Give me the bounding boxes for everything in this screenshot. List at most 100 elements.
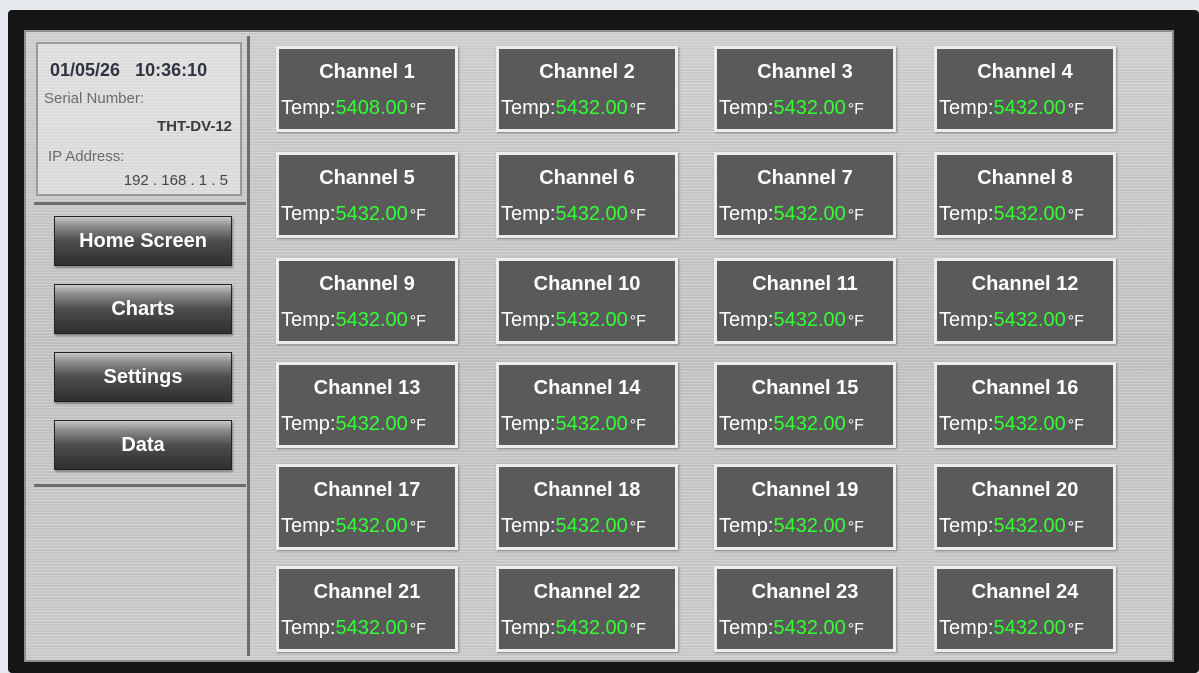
channel-name: Channel 2 — [539, 61, 635, 83]
hmi-screen: 01/05/26 10:36:10 Serial Number: THT-DV-… — [24, 30, 1174, 662]
temp-value: 5432.00 — [555, 515, 628, 537]
channel-card[interactable]: Channel 7 Temp:5432.00 °F — [714, 152, 896, 238]
temp-value: 5432.00 — [993, 309, 1066, 331]
channel-name: Channel 22 — [533, 581, 641, 603]
channel-card[interactable]: Channel 14 Temp:5432.00 °F — [496, 362, 678, 448]
temp-label: Temp: — [939, 97, 994, 119]
channel-card[interactable]: Channel 3 Temp:5432.00 °F — [714, 46, 896, 132]
settings-button[interactable]: Settings — [54, 352, 232, 402]
channel-temp: Temp:5432.00 °F — [281, 515, 426, 538]
temp-unit: °F — [409, 621, 426, 638]
channel-temp: Temp:5432.00 °F — [939, 515, 1084, 538]
channel-temp: Temp:5432.00 °F — [501, 617, 646, 640]
temp-unit: °F — [847, 417, 864, 434]
channel-card[interactable]: Channel 8 Temp:5432.00 °F — [934, 152, 1116, 238]
temp-label: Temp: — [719, 97, 774, 119]
temp-value: 5432.00 — [773, 515, 846, 537]
channel-card[interactable]: Channel 19 Temp:5432.00 °F — [714, 464, 896, 550]
channel-card[interactable]: Channel 10 Temp:5432.00 °F — [496, 258, 678, 344]
temp-unit: °F — [409, 207, 426, 224]
channel-temp: Temp:5432.00 °F — [501, 515, 646, 538]
channel-card[interactable]: Channel 24 Temp:5432.00 °F — [934, 566, 1116, 652]
temp-label: Temp: — [719, 617, 774, 639]
temp-value: 5432.00 — [335, 309, 408, 331]
channel-name: Channel 24 — [971, 581, 1079, 603]
temp-value: 5432.00 — [773, 203, 846, 225]
temp-value: 5408.00 — [335, 97, 408, 119]
channel-card[interactable]: Channel 13 Temp:5432.00 °F — [276, 362, 458, 448]
temp-value: 5432.00 — [993, 617, 1066, 639]
channel-card[interactable]: Channel 6 Temp:5432.00 °F — [496, 152, 678, 238]
home-screen-button[interactable]: Home Screen — [54, 216, 232, 266]
temp-unit: °F — [409, 101, 426, 118]
temp-label: Temp: — [939, 203, 994, 225]
channel-card[interactable]: Channel 23 Temp:5432.00 °F — [714, 566, 896, 652]
channel-name: Channel 1 — [319, 61, 415, 83]
sidebar: 01/05/26 10:36:10 Serial Number: THT-DV-… — [30, 36, 250, 656]
temp-unit: °F — [847, 519, 864, 536]
temp-value: 5432.00 — [335, 617, 408, 639]
temp-label: Temp: — [939, 617, 994, 639]
charts-button[interactable]: Charts — [54, 284, 232, 334]
channel-temp: Temp:5432.00 °F — [939, 203, 1084, 226]
channel-temp: Temp:5432.00 °F — [719, 515, 864, 538]
datetime: 01/05/26 10:36:10 — [50, 60, 207, 81]
temp-value: 5432.00 — [335, 515, 408, 537]
temp-value: 5432.00 — [993, 203, 1066, 225]
channel-name: Channel 6 — [539, 167, 635, 189]
data-button[interactable]: Data — [54, 420, 232, 470]
channel-grid: Channel 1 Temp:5408.00 °F Channel 2 Temp:543… — [270, 40, 1160, 652]
channel-temp: Temp:5432.00 °F — [501, 413, 646, 436]
channel-card[interactable]: Channel 11 Temp:5432.00 °F — [714, 258, 896, 344]
serial-number-value: THT-DV-12 — [156, 118, 232, 135]
channel-card[interactable]: Channel 2 Temp:5432.00 °F — [496, 46, 678, 132]
channel-card[interactable]: Channel 9 Temp:5432.00 °F — [276, 258, 458, 344]
channel-name: Channel 9 — [319, 273, 415, 295]
temp-label: Temp: — [939, 515, 994, 537]
channel-temp: Temp:5432.00 °F — [501, 309, 646, 332]
channel-card[interactable]: Channel 22 Temp:5432.00 °F — [496, 566, 678, 652]
temp-label: Temp: — [281, 203, 336, 225]
temp-label: Temp: — [719, 515, 774, 537]
channel-card[interactable]: Channel 5 Temp:5432.00 °F — [276, 152, 458, 238]
channel-card[interactable]: Channel 20 Temp:5432.00 °F — [934, 464, 1116, 550]
channel-name: Channel 18 — [533, 479, 641, 501]
temp-value: 5432.00 — [773, 97, 846, 119]
channel-name: Channel 13 — [313, 377, 421, 399]
channel-temp: Temp:5432.00 °F — [719, 97, 864, 120]
date-text: 01/05/26 — [50, 60, 121, 80]
temp-unit: °F — [847, 621, 864, 638]
channel-name: Channel 15 — [751, 377, 859, 399]
channel-card[interactable]: Channel 15 Temp:5432.00 °F — [714, 362, 896, 448]
channel-card[interactable]: Channel 18 Temp:5432.00 °F — [496, 464, 678, 550]
channel-card[interactable]: Channel 16 Temp:5432.00 °F — [934, 362, 1116, 448]
channel-card[interactable]: Channel 12 Temp:5432.00 °F — [934, 258, 1116, 344]
temp-value: 5432.00 — [993, 413, 1066, 435]
temp-unit: °F — [409, 313, 426, 330]
channel-name: Channel 21 — [313, 581, 421, 603]
channel-card[interactable]: Channel 4 Temp:5432.00 °F — [934, 46, 1116, 132]
channel-temp: Temp:5432.00 °F — [281, 203, 426, 226]
channel-temp: Temp:5432.00 °F — [719, 617, 864, 640]
temp-unit: °F — [1067, 621, 1084, 638]
temp-value: 5432.00 — [993, 515, 1066, 537]
channel-temp: Temp:5408.00 °F — [281, 97, 426, 120]
channel-temp: Temp:5432.00 °F — [501, 97, 646, 120]
temp-value: 5432.00 — [555, 413, 628, 435]
temp-label: Temp: — [939, 309, 994, 331]
sidebar-divider-bottom — [34, 484, 246, 487]
temp-unit: °F — [629, 417, 646, 434]
channel-name: Channel 5 — [319, 167, 415, 189]
channel-card[interactable]: Channel 17 Temp:5432.00 °F — [276, 464, 458, 550]
channel-name: Channel 17 — [313, 479, 421, 501]
channel-card[interactable]: Channel 21 Temp:5432.00 °F — [276, 566, 458, 652]
ip-address-label: IP Address: — [48, 148, 125, 165]
temp-unit: °F — [1067, 519, 1084, 536]
temp-unit: °F — [629, 207, 646, 224]
temp-label: Temp: — [939, 413, 994, 435]
channel-card[interactable]: Channel 1 Temp:5408.00 °F — [276, 46, 458, 132]
temp-label: Temp: — [501, 617, 556, 639]
temp-label: Temp: — [501, 203, 556, 225]
temp-value: 5432.00 — [555, 97, 628, 119]
channel-temp: Temp:5432.00 °F — [281, 413, 426, 436]
